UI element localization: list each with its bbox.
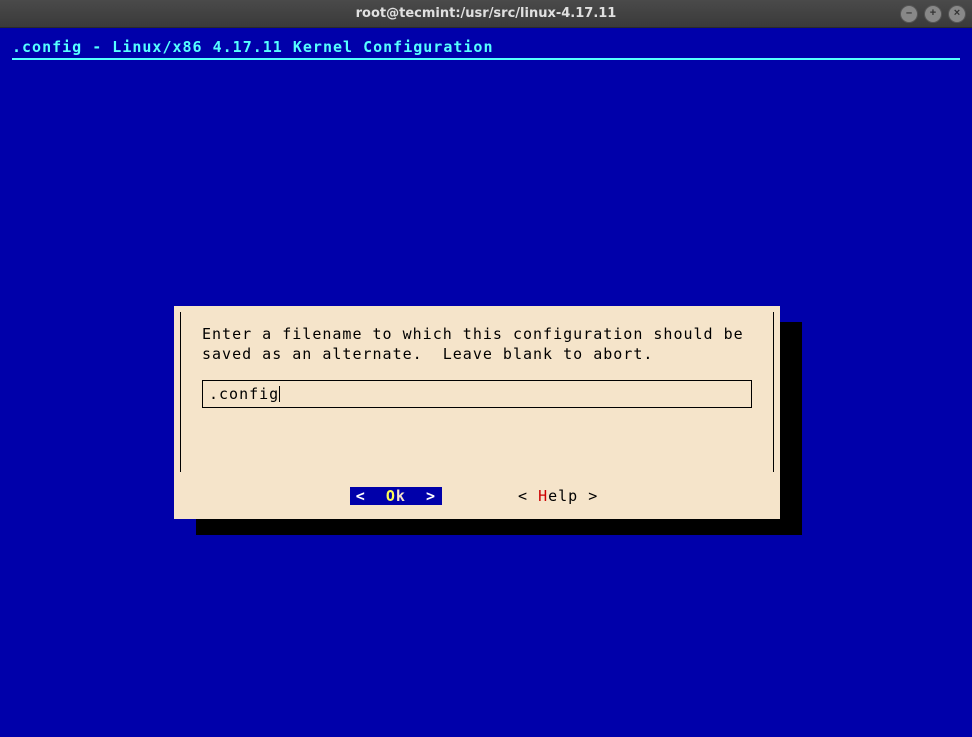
dialog-buttons: < Ok > < Help > xyxy=(174,487,780,505)
dialog-border-left xyxy=(180,312,181,472)
dialog-message: Enter a filename to which this configura… xyxy=(202,324,752,364)
ok-button[interactable]: < Ok > xyxy=(350,487,442,505)
save-dialog-wrap: Enter a filename to which this configura… xyxy=(174,306,780,519)
window-controls: – + × xyxy=(900,5,966,23)
text-cursor-icon xyxy=(279,386,280,402)
dialog-border-right xyxy=(773,312,774,472)
terminal-area: .config - Linux/x86 4.17.11 Kernel Confi… xyxy=(0,28,972,737)
minimize-icon[interactable]: – xyxy=(900,5,918,23)
close-icon[interactable]: × xyxy=(948,5,966,23)
heading-divider xyxy=(12,58,960,60)
config-heading: .config - Linux/x86 4.17.11 Kernel Confi… xyxy=(12,38,960,56)
filename-input[interactable]: .config xyxy=(202,380,752,408)
titlebar: root@tecmint:/usr/src/linux-4.17.11 – + … xyxy=(0,0,972,28)
save-dialog: Enter a filename to which this configura… xyxy=(174,306,780,519)
help-button[interactable]: < Help > xyxy=(512,487,604,505)
terminal-window: root@tecmint:/usr/src/linux-4.17.11 – + … xyxy=(0,0,972,737)
maximize-icon[interactable]: + xyxy=(924,5,942,23)
window-title: root@tecmint:/usr/src/linux-4.17.11 xyxy=(356,6,617,21)
filename-value: .config xyxy=(209,385,279,403)
